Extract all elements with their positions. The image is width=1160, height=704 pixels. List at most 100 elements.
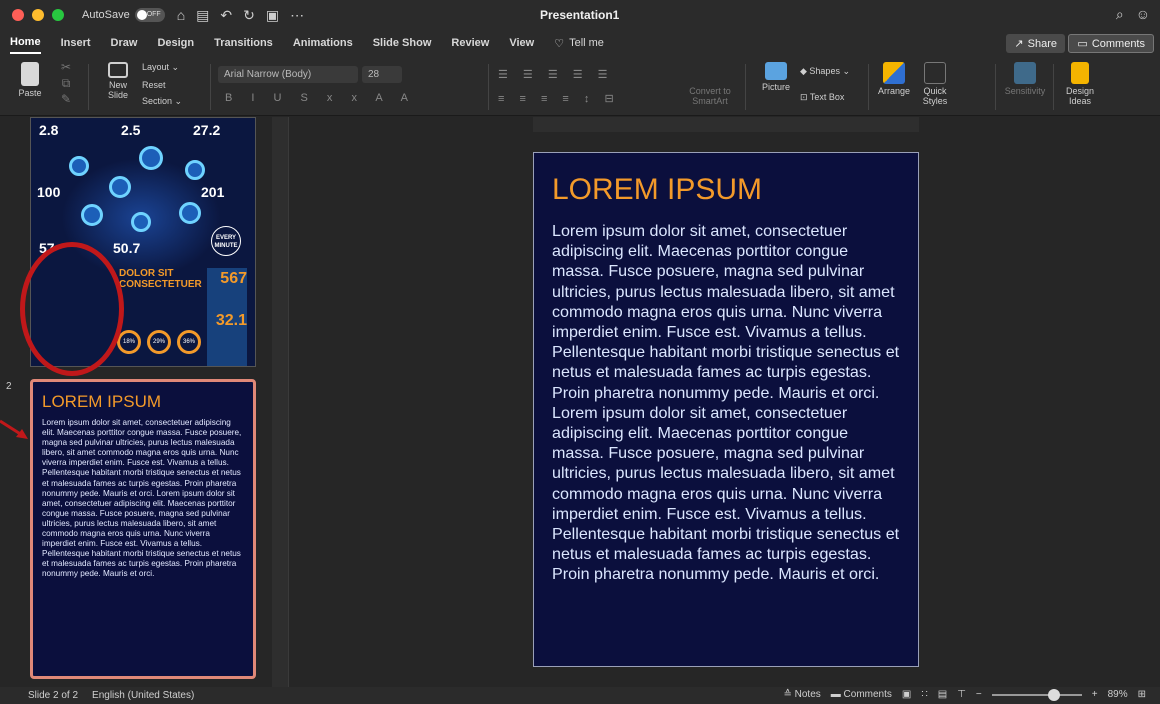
autosave-toggle[interactable]: OFF (134, 8, 165, 22)
tab-draw[interactable]: Draw (111, 33, 138, 53)
layout-label: Layout (142, 62, 170, 72)
zoom-in-icon[interactable]: + (1092, 689, 1098, 700)
ribbon-divider (995, 64, 996, 110)
play-node-icon (109, 176, 131, 198)
font-name-select[interactable]: Arial Narrow (Body) (218, 66, 358, 83)
tell-me-label: Tell me (569, 37, 604, 49)
arrange-icon (883, 62, 905, 84)
thumbnail-body: Lorem ipsum dolor sit amet, consectetuer… (42, 418, 242, 579)
notes-button[interactable]: ≙ Notes (783, 689, 820, 700)
zoom-out-icon[interactable]: − (976, 689, 982, 700)
home-icon[interactable]: ⌂ (177, 7, 185, 24)
ribbon-divider (868, 64, 869, 110)
ribbon-divider (745, 64, 746, 110)
ribbon-divider (488, 64, 489, 110)
orange-stat: 567 (220, 270, 247, 287)
share-icon: ↗ (1014, 38, 1024, 50)
redo-icon[interactable]: ↻ (243, 7, 255, 24)
shapes-label: Shapes (809, 66, 840, 76)
tab-animations[interactable]: Animations (293, 33, 353, 53)
slide-thumbnail-2[interactable]: LOREM IPSUM Lorem ipsum dolor sit amet, … (30, 379, 256, 679)
percent-ring: 29% (147, 330, 171, 354)
picture-button[interactable]: Picture (756, 62, 796, 92)
reset-button[interactable]: Reset (142, 80, 166, 90)
autosave-label: AutoSave (82, 9, 130, 21)
design-ideas-icon (1071, 62, 1089, 84)
notes-label: Notes (794, 689, 821, 700)
slide-position: Slide 2 of 2 (28, 690, 79, 701)
document-title: Presentation1 (540, 8, 620, 22)
network-node-icon (131, 212, 151, 232)
slide-title[interactable]: LOREM IPSUM (552, 173, 900, 207)
quick-styles-button[interactable]: Quick Styles (918, 62, 952, 106)
slide-thumbnails-panel[interactable]: 2.8 2.5 27.2 100 201 57 50.7 EVERY MINUT… (0, 117, 272, 687)
tell-me-search[interactable]: ♡ Tell me (554, 37, 604, 50)
list-buttons[interactable]: ☰ ☰ ☰ ☰ ☰ (498, 68, 614, 81)
cut-icon[interactable]: ✂ (56, 61, 76, 73)
feedback-smiley-icon[interactable]: ☺ (1136, 6, 1150, 23)
comment-icon: ▭ (1077, 38, 1088, 50)
tab-review[interactable]: Review (451, 33, 489, 53)
format-painter-icon[interactable]: ✎ (56, 93, 76, 105)
paste-button[interactable]: Paste (14, 62, 46, 98)
quick-styles-label: Quick Styles (922, 86, 948, 106)
tab-insert[interactable]: Insert (61, 33, 91, 53)
slide-body-text[interactable]: Lorem ipsum dolor sit amet, consectetuer… (552, 221, 900, 585)
arrange-button[interactable]: Arrange (874, 62, 914, 96)
percent-ring: 36% (177, 330, 201, 354)
comments-label: Comments (1091, 37, 1145, 50)
paste-label: Paste (18, 88, 42, 98)
tab-home[interactable]: Home (10, 32, 41, 54)
picture-icon (765, 62, 787, 80)
new-slide-label: New Slide (107, 80, 128, 100)
shapes-button[interactable]: ◆ Shapes ⌄ (800, 66, 850, 76)
section-button[interactable]: Section ⌄ (142, 96, 182, 106)
tab-slide-show[interactable]: Slide Show (373, 33, 432, 53)
horizontal-ruler (533, 117, 919, 132)
font-size-select[interactable]: 28 (362, 66, 402, 83)
design-ideas-button[interactable]: Design Ideas (1060, 62, 1100, 106)
status-comments-button[interactable]: ▬ Comments (831, 689, 892, 700)
more-icon[interactable]: ⋯ (290, 7, 304, 24)
copy-icon[interactable]: ⧉ (56, 77, 76, 89)
present-icon[interactable]: ▣ (266, 7, 279, 24)
layout-button[interactable]: Layout ⌄ (142, 62, 179, 72)
normal-view-icon[interactable]: ▣ (902, 689, 911, 700)
reading-view-icon[interactable]: ▤ (938, 689, 947, 700)
comments-button[interactable]: ▭ Comments (1068, 34, 1154, 53)
slide-show-icon[interactable]: ⊤ (957, 689, 966, 700)
zoom-slider[interactable] (991, 688, 1082, 701)
stat-value: 100 (37, 184, 61, 200)
align-buttons[interactable]: ≡ ≡ ≡ ≡ ↕ ⊟ (498, 92, 620, 105)
share-button[interactable]: ↗ Share (1006, 34, 1065, 53)
text-box-button[interactable]: ⊡ Text Box (800, 92, 844, 102)
font-format-buttons[interactable]: B I U S x x A A (225, 92, 416, 104)
minimize-window-button[interactable] (32, 9, 44, 21)
lightbulb-icon: ♡ (554, 37, 565, 50)
sensitivity-button[interactable]: Sensitivity (1002, 62, 1048, 96)
search-icon[interactable]: ⌕ (1116, 6, 1124, 23)
ribbon-home: Paste ✂ ⧉ ✎ New Slide Layout ⌄ Reset Sec… (0, 56, 1160, 116)
slide-sorter-icon[interactable]: ∷ (921, 689, 927, 700)
tab-design[interactable]: Design (157, 33, 194, 53)
zoom-level[interactable]: 89% (1108, 689, 1128, 700)
window-controls (12, 9, 64, 21)
autosave-control[interactable]: AutoSave OFF (82, 8, 165, 22)
text-box-label: Text Box (809, 92, 845, 102)
zoom-window-button[interactable] (52, 9, 64, 21)
ribbon-divider (1053, 64, 1054, 110)
reset-label: Reset (142, 80, 166, 90)
new-slide-button[interactable]: New Slide (100, 62, 136, 100)
close-window-button[interactable] (12, 9, 24, 21)
vertical-ruler (272, 117, 289, 687)
convert-smartart-button[interactable]: Convert to SmartArt (688, 86, 732, 106)
save-icon[interactable]: ▤ (196, 7, 209, 24)
language-indicator[interactable]: English (United States) (92, 690, 194, 701)
ribbon-divider (210, 64, 211, 110)
undo-icon[interactable]: ↶ (220, 7, 232, 24)
tab-transitions[interactable]: Transitions (214, 33, 273, 53)
current-slide[interactable]: LOREM IPSUM Lorem ipsum dolor sit amet, … (533, 152, 919, 667)
fit-to-window-icon[interactable]: ⊞ (1138, 689, 1146, 700)
convert-smartart-label: Convert to SmartArt (689, 86, 731, 106)
tab-view[interactable]: View (509, 33, 534, 53)
